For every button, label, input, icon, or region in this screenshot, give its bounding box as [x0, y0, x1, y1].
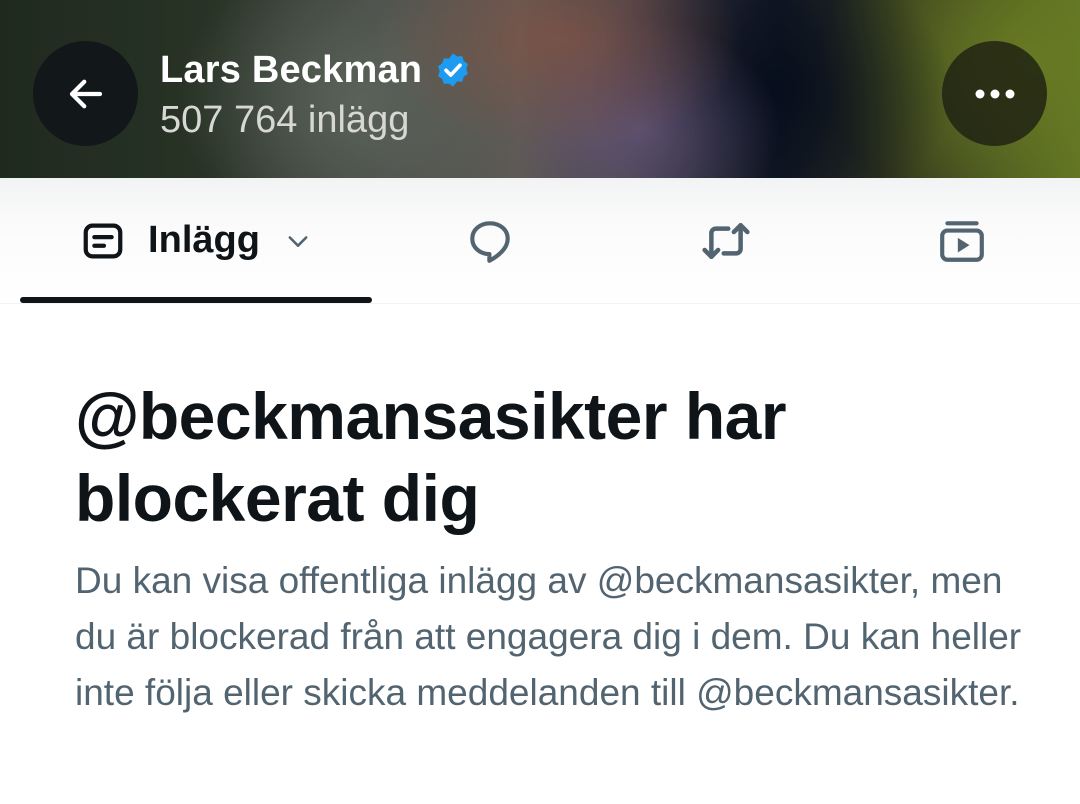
chevron-down-icon[interactable]: [284, 227, 312, 255]
tab-replies[interactable]: [372, 178, 608, 303]
profile-info: Lars Beckman 507 764 inlägg: [160, 46, 472, 144]
more-options-button[interactable]: [942, 41, 1047, 146]
posts-icon: [80, 218, 126, 264]
verified-badge-icon: [434, 51, 472, 89]
tab-posts[interactable]: Inlägg: [20, 178, 372, 303]
profile-name: Lars Beckman: [160, 49, 423, 91]
blocked-notice: @beckmansasikter har blockerat dig Du ka…: [75, 303, 1035, 721]
tab-media[interactable]: [844, 178, 1080, 303]
post-count: 507 764 inlägg: [160, 99, 410, 141]
repost-icon: [699, 214, 753, 268]
blocked-title: @beckmansasikter har blockerat dig: [75, 379, 787, 535]
name-row: Lars Beckman: [160, 46, 472, 94]
arrow-left-icon: [65, 73, 107, 115]
tab-posts-label: Inlägg: [148, 219, 260, 261]
reply-bubble-icon: [465, 216, 515, 266]
blocked-description: Du kan visa offentliga inlägg av @beckma…: [75, 560, 1022, 713]
video-play-icon: [937, 216, 987, 266]
profile-header-banner: Lars Beckman 507 764 inlägg: [0, 0, 1080, 178]
profile-tabs: Inlägg: [0, 178, 1080, 304]
tab-reposts[interactable]: [608, 178, 844, 303]
back-button[interactable]: [33, 41, 138, 146]
more-horizontal-icon: [973, 88, 1017, 100]
